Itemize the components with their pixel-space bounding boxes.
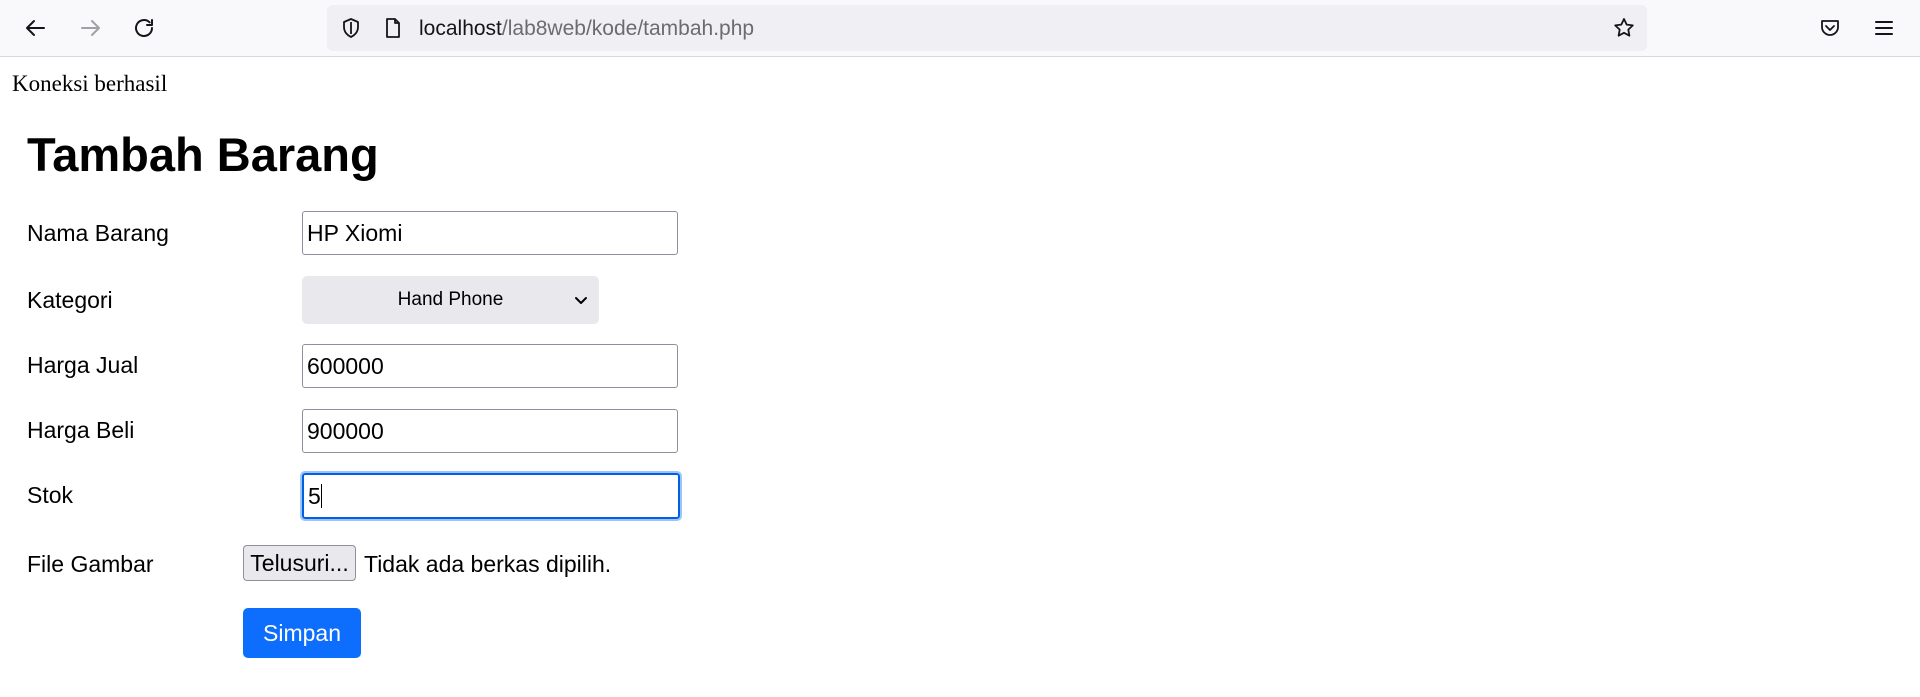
stok-value: 5 bbox=[308, 483, 321, 509]
page-title: Tambah Barang bbox=[27, 128, 379, 181]
shield-icon[interactable] bbox=[337, 14, 365, 42]
harga-beli-value: 900000 bbox=[307, 418, 384, 444]
nama-barang-input[interactable]: HP Xiomi bbox=[302, 211, 678, 255]
connection-message: Koneksi berhasil bbox=[12, 71, 168, 96]
harga-jual-label: Harga Jual bbox=[27, 352, 139, 378]
url-bar[interactable]: localhost/lab8web/kode/tambah.php bbox=[327, 5, 1647, 51]
file-status-text: Tidak ada berkas dipilih. bbox=[364, 551, 612, 577]
menu-icon[interactable] bbox=[1870, 14, 1898, 42]
stok-label: Stok bbox=[27, 482, 74, 508]
file-gambar-label: File Gambar bbox=[27, 551, 154, 577]
harga-beli-input[interactable]: 900000 bbox=[302, 409, 678, 453]
kategori-selected-value: Hand Phone bbox=[397, 289, 504, 310]
kategori-label: Kategori bbox=[27, 287, 113, 313]
harga-beli-label: Harga Beli bbox=[27, 417, 135, 443]
text-caret bbox=[320, 484, 322, 508]
pocket-icon[interactable] bbox=[1816, 14, 1844, 42]
chevron-down-icon bbox=[575, 297, 587, 304]
url-text[interactable]: localhost/lab8web/kode/tambah.php bbox=[419, 17, 754, 41]
reload-icon[interactable] bbox=[130, 14, 158, 42]
back-icon[interactable] bbox=[22, 14, 50, 42]
url-path: /lab8web/kode/tambah.php bbox=[501, 17, 755, 40]
browse-file-button[interactable]: Telusuri... bbox=[243, 545, 356, 581]
nama-barang-label: Nama Barang bbox=[27, 220, 169, 246]
harga-jual-value: 600000 bbox=[307, 353, 384, 379]
forward-icon[interactable] bbox=[76, 14, 104, 42]
browser-toolbar: localhost/lab8web/kode/tambah.php bbox=[0, 0, 1920, 57]
stok-input[interactable]: 5 bbox=[300, 471, 682, 521]
star-icon[interactable] bbox=[1610, 14, 1638, 42]
simpan-button[interactable]: Simpan bbox=[243, 608, 361, 658]
kategori-select[interactable]: Hand Phone bbox=[302, 276, 599, 324]
page-icon[interactable] bbox=[379, 14, 407, 42]
harga-jual-input[interactable]: 600000 bbox=[302, 344, 678, 388]
url-host: localhost bbox=[419, 17, 502, 40]
nama-barang-value: HP Xiomi bbox=[307, 220, 403, 246]
